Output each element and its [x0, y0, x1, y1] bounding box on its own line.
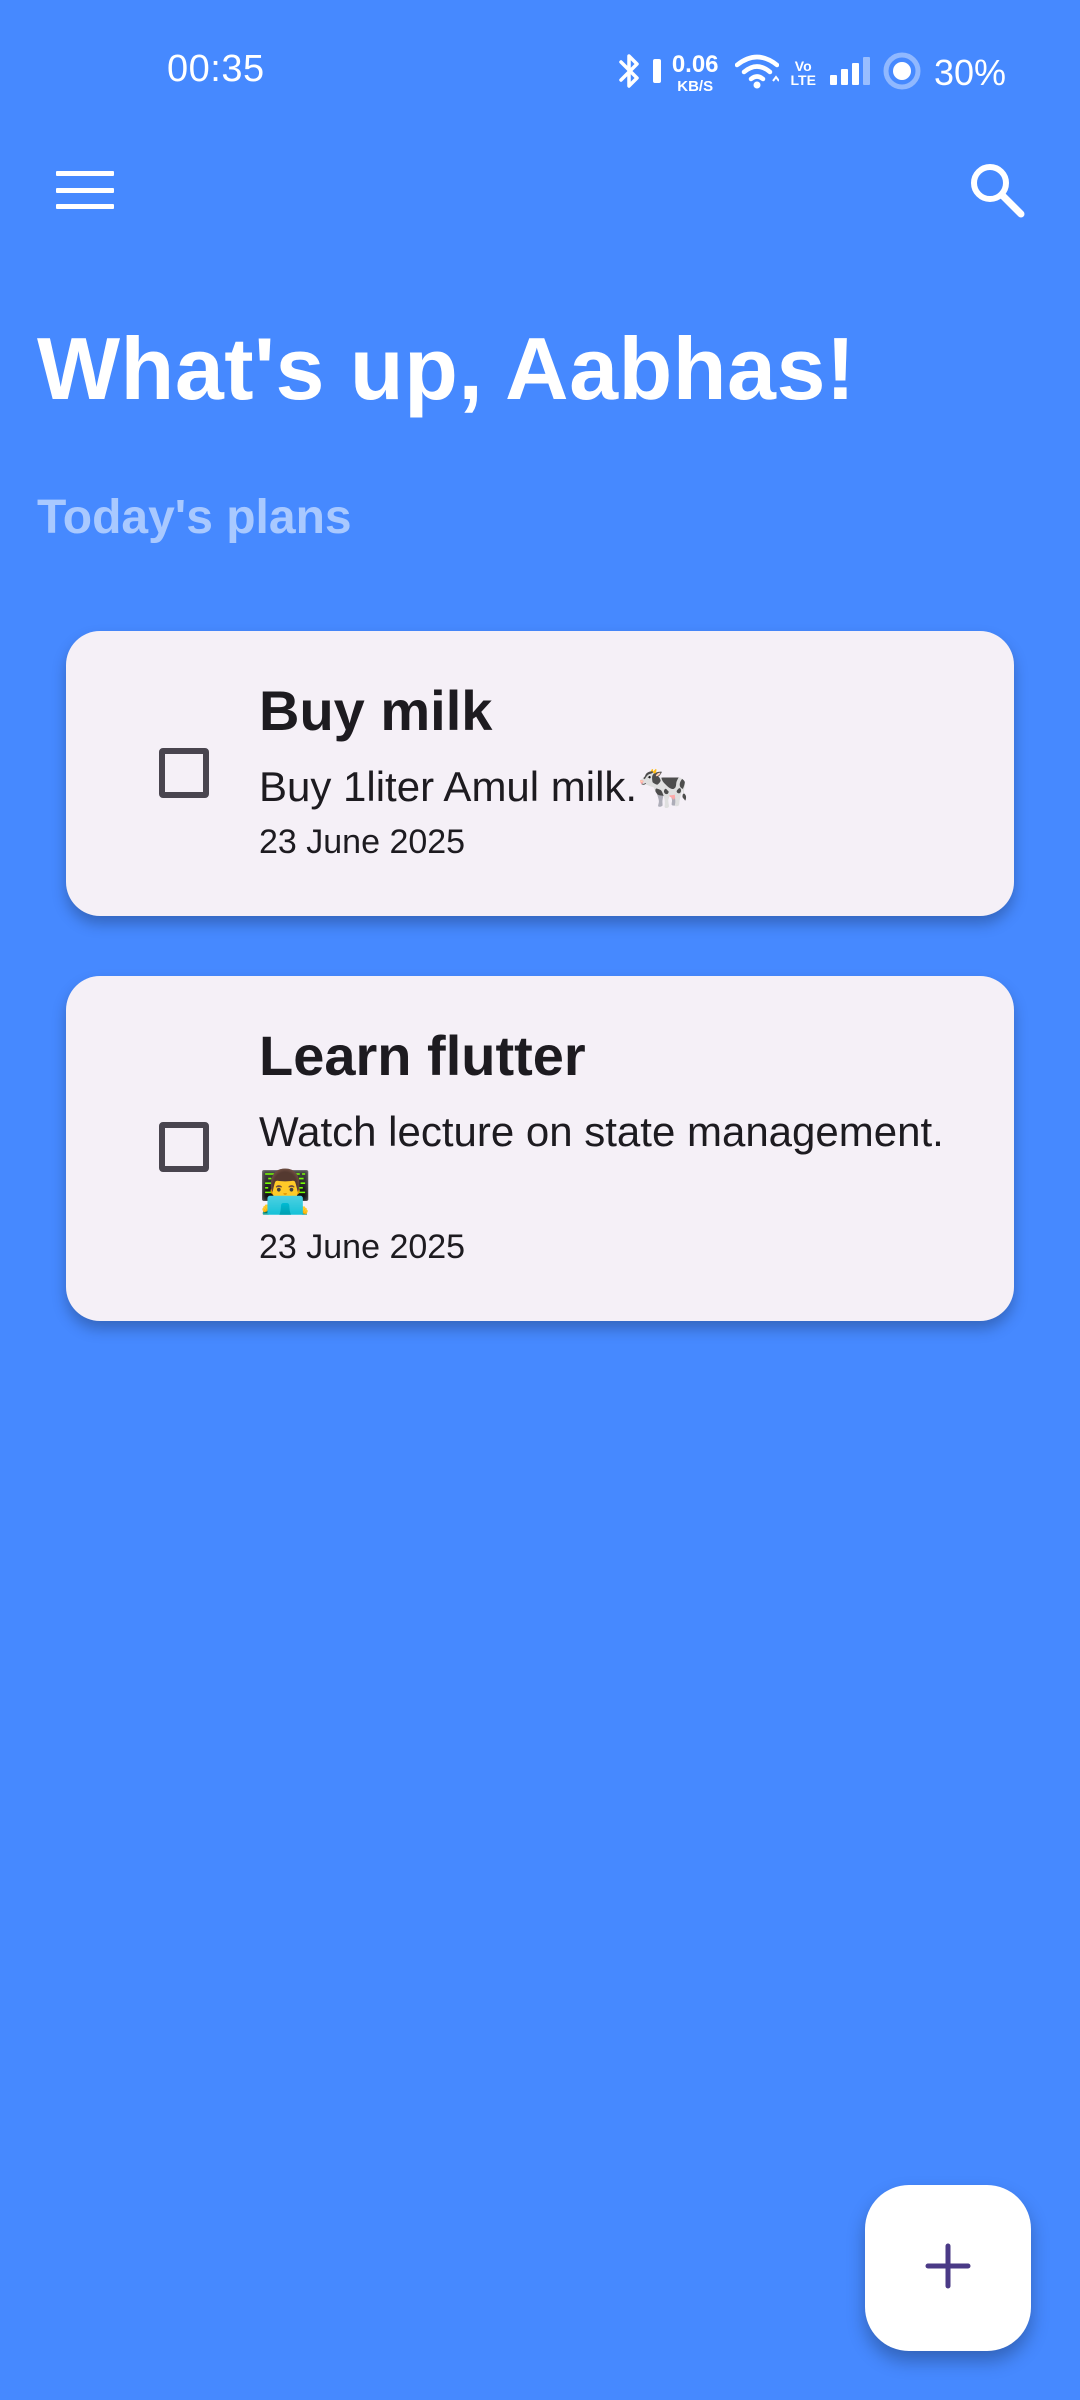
todo-list: Buy milk Buy 1liter Amul milk.🐄 23 June … — [66, 631, 1014, 1381]
todo-checkbox[interactable] — [159, 748, 209, 798]
todo-description: Watch lecture on state management.👨‍💻 — [259, 1108, 944, 1215]
net-speed-value: 0.06 — [671, 50, 719, 78]
todo-checkbox[interactable] — [159, 1122, 209, 1172]
menu-line — [56, 171, 114, 176]
greeting-title: What's up, Aabhas! — [37, 319, 856, 418]
todo-description: Buy 1liter Amul milk.🐄 — [259, 763, 690, 810]
todo-title: Buy milk — [259, 679, 493, 742]
todo-content: Learn flutter Watch lecture on state man… — [259, 1028, 974, 1267]
section-title: Today's plans — [37, 491, 352, 544]
todo-card[interactable]: Buy milk Buy 1liter Amul milk.🐄 23 June … — [66, 631, 1014, 916]
battery-small-icon — [652, 57, 662, 90]
status-time: 00:35 — [167, 48, 265, 90]
hamburger-menu-icon[interactable] — [50, 160, 120, 220]
status-icons: 0.06 KB/S Vo LTE 30% — [618, 46, 1006, 100]
bluetooth-icon — [618, 52, 642, 95]
menu-line — [56, 204, 114, 209]
battery-ring-icon — [882, 51, 922, 96]
net-speed-unit: KB/S — [677, 77, 714, 95]
volte-indicator: Vo LTE — [791, 59, 816, 87]
plus-icon — [924, 2242, 972, 2295]
todo-content: Buy milk Buy 1liter Amul milk.🐄 23 June … — [259, 683, 974, 862]
search-icon[interactable] — [965, 158, 1029, 222]
volte-top: Vo — [794, 58, 812, 74]
battery-percent: 30% — [933, 52, 1006, 93]
status-bar: 00:35 0.06 KB/S Vo LTE 30% — [0, 0, 1080, 150]
wifi-icon — [734, 53, 780, 94]
net-speed: 0.06 KB/S — [671, 50, 719, 95]
todo-date: 23 June 2025 — [259, 1228, 466, 1266]
todo-date: 23 June 2025 — [259, 823, 466, 861]
todo-card[interactable]: Learn flutter Watch lecture on state man… — [66, 976, 1014, 1321]
todo-title: Learn flutter — [259, 1024, 586, 1087]
volte-bottom: LTE — [790, 72, 816, 88]
add-todo-button[interactable] — [865, 2185, 1031, 2351]
menu-line — [56, 187, 114, 193]
signal-icon — [828, 55, 872, 92]
